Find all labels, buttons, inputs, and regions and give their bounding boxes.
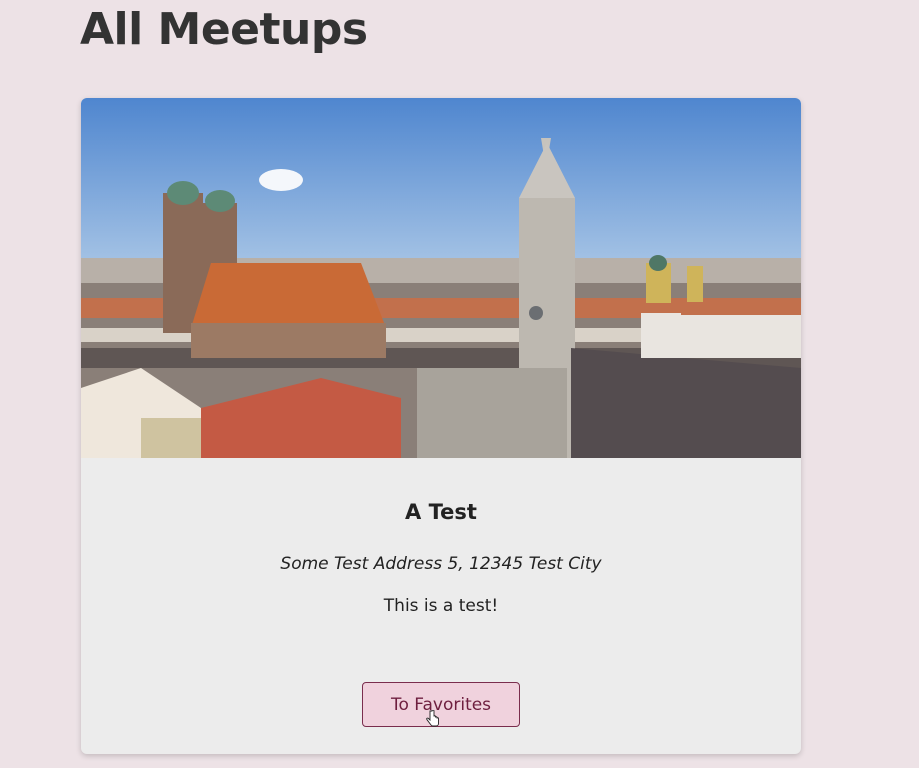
meetup-title: A Test	[405, 500, 477, 524]
to-favorites-button[interactable]: To Favorites	[362, 682, 520, 727]
meetup-address: Some Test Address 5, 12345 Test City	[280, 554, 602, 574]
meetup-image	[81, 98, 801, 458]
meetup-card: A Test Some Test Address 5, 12345 Test C…	[81, 98, 801, 754]
hand-cursor-icon	[426, 710, 439, 727]
meetup-description: This is a test!	[383, 596, 499, 616]
page-title: All Meetups	[80, 4, 368, 55]
